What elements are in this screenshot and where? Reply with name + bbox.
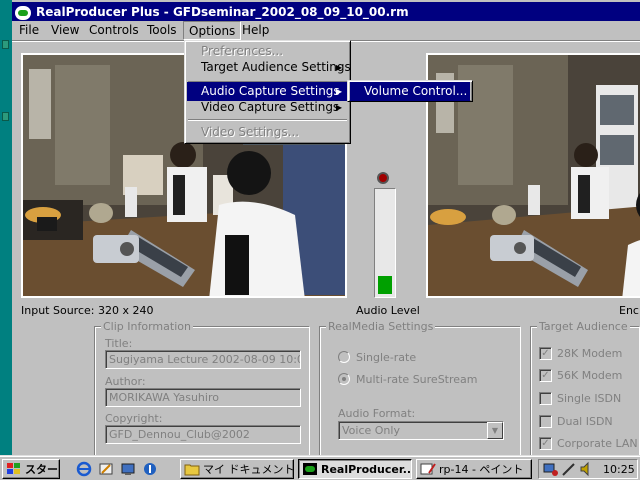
folder-icon: [184, 464, 200, 476]
target-audience-group: Target Audience ✓ 28K Modem ✓ 56K Modem …: [530, 320, 640, 458]
pen-tray-icon[interactable]: [561, 461, 577, 477]
paint-icon: [420, 463, 436, 475]
author-label: Author:: [105, 375, 146, 388]
start-label: スタート: [25, 463, 59, 476]
checkbox-56k-modem[interactable]: ✓: [539, 369, 552, 382]
multi-rate-radio[interactable]: [338, 373, 350, 385]
taskbar-label-realproducer: RealProducer...: [321, 462, 412, 476]
realmedia-settings-title: RealMedia Settings: [326, 320, 436, 333]
system-clock[interactable]: 10:25: [603, 463, 635, 476]
submenu-arrow-icon: ▶: [335, 103, 342, 112]
outlook-express-icon[interactable]: [98, 461, 114, 477]
author-field[interactable]: MORIKAWA Yasuhiro: [105, 388, 301, 407]
taskbar-button-my-documents[interactable]: マイ ドキュメント: [180, 459, 294, 479]
checkbox-corporate-lan[interactable]: ✓: [539, 437, 552, 450]
taskbar-label-paint: rp-14 - ペイント: [439, 463, 524, 476]
taskbar: スタート マイ ドキュメント RealProducer... rp-14 -: [0, 456, 640, 480]
start-button[interactable]: スタート: [2, 459, 60, 479]
audio-level-label: Audio Level: [356, 304, 420, 317]
label-28k-modem: 28K Modem: [557, 347, 623, 360]
realproducer-app-icon[interactable]: [15, 6, 31, 20]
title-bar[interactable]: RealProducer Plus - GFDseminar_2002_08_0…: [12, 2, 640, 21]
copyright-field[interactable]: GFD_Dennou_Club@2002: [105, 425, 301, 444]
single-rate-radio[interactable]: [338, 351, 350, 363]
media-player-icon[interactable]: [142, 461, 158, 477]
audio-capture-submenu: Volume Control...: [347, 80, 473, 102]
menu-item-video-settings[interactable]: Video Settings...: [187, 123, 348, 142]
menu-bar: File View Controls Tools Options Help: [12, 21, 640, 40]
menu-item-video-capture-settings[interactable]: Video Capture Settings ▶: [187, 98, 348, 117]
menu-view[interactable]: View: [46, 21, 84, 40]
internet-explorer-icon[interactable]: [76, 461, 92, 477]
record-indicator-light: [377, 172, 389, 184]
taskbar-button-paint[interactable]: rp-14 - ペイント: [416, 459, 532, 479]
submenu-arrow-icon: ▶: [335, 63, 342, 72]
audio-level-fill: [378, 276, 392, 294]
menu-item-volume-control[interactable]: Volume Control...: [350, 82, 470, 101]
system-tray: 10:25: [538, 459, 638, 479]
multi-rate-label: Multi-rate SureStream: [356, 373, 478, 386]
options-dropdown-menu: Preferences... Target Audience Settings …: [184, 40, 351, 144]
encoded-label: Enc: [619, 304, 639, 317]
clip-information-group: Clip Information Title: Sugiyama Lecture…: [94, 320, 310, 458]
taskbar-label-my-documents: マイ ドキュメント: [203, 463, 294, 476]
menu-item-target-audience-settings[interactable]: Target Audience Settings ▶: [187, 58, 351, 77]
menu-controls[interactable]: Controls: [84, 21, 144, 40]
audio-level-meter: [374, 188, 396, 298]
show-desktop-icon[interactable]: [120, 461, 136, 477]
desktop-shortcut-icon[interactable]: [2, 40, 9, 49]
realproducer-taskbar-icon: [303, 463, 317, 475]
windows-logo-icon: [7, 463, 20, 474]
label-56k-modem: 56K Modem: [557, 369, 623, 382]
window-title: RealProducer Plus - GFDseminar_2002_08_0…: [36, 4, 409, 19]
menu-item-video-capture-label: Video Capture Settings: [201, 100, 340, 114]
title-label: Title:: [105, 337, 133, 350]
menu-item-target-audience-label: Target Audience Settings: [201, 60, 351, 74]
checkbox-single-isdn[interactable]: [539, 392, 552, 405]
desktop-shortcut-icon[interactable]: [2, 112, 9, 121]
label-single-isdn: Single ISDN: [557, 392, 622, 405]
menu-options[interactable]: Options: [183, 21, 242, 40]
copyright-label: Copyright:: [105, 412, 163, 425]
menu-item-audio-capture-label: Audio Capture Settings: [201, 84, 340, 98]
audio-format-label: Audio Format:: [338, 407, 416, 420]
network-icon[interactable]: [543, 461, 559, 477]
menu-separator: [188, 119, 347, 121]
desktop-strip: [0, 0, 12, 458]
realproducer-window: RealProducer Plus - GFDseminar_2002_08_0…: [12, 0, 640, 458]
title-field[interactable]: Sugiyama Lecture 2002-08-09 10:00--: [105, 350, 301, 369]
clip-information-title: Clip Information: [101, 320, 193, 333]
checkbox-dual-isdn[interactable]: [539, 415, 552, 428]
checkbox-28k-modem[interactable]: ✓: [539, 347, 552, 360]
chevron-down-icon[interactable]: ▼: [487, 422, 503, 439]
label-dual-isdn: Dual ISDN: [557, 415, 613, 428]
taskbar-button-realproducer[interactable]: RealProducer...: [298, 459, 412, 479]
realmedia-settings-group: RealMedia Settings Single-rate Multi-rat…: [319, 320, 521, 458]
volume-icon[interactable]: [579, 461, 595, 477]
input-source-label: Input Source: 320 x 240: [21, 304, 154, 317]
target-audience-title: Target Audience: [537, 320, 630, 333]
menu-tools[interactable]: Tools: [142, 21, 182, 40]
menu-help[interactable]: Help: [237, 21, 274, 40]
single-rate-label: Single-rate: [356, 351, 417, 364]
menu-file[interactable]: File: [14, 21, 44, 40]
audio-format-select[interactable]: Voice Only: [338, 421, 504, 440]
label-corporate-lan: Corporate LAN: [557, 437, 638, 450]
